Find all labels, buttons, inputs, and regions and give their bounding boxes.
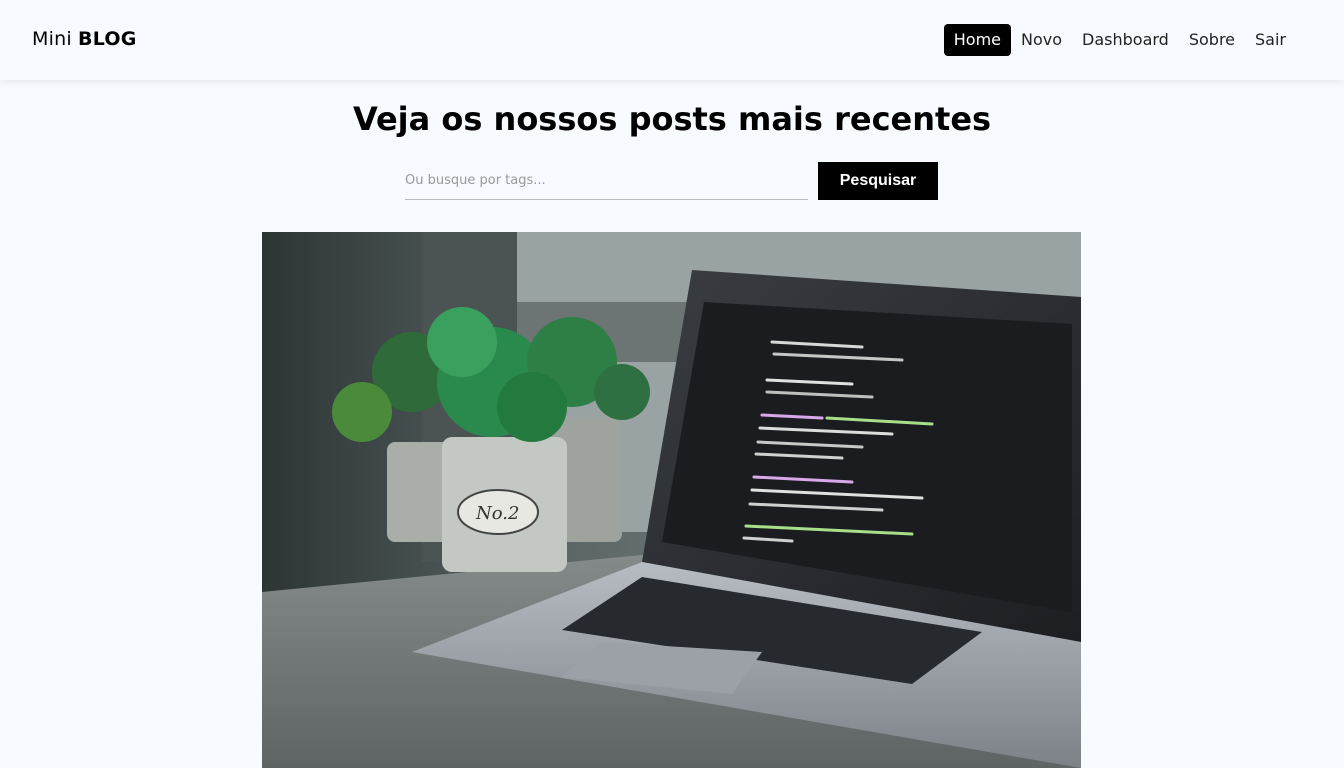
nav-home[interactable]: Home [943,24,1012,56]
search-input[interactable] [405,162,808,200]
search-form: Pesquisar [405,162,938,200]
brand-light: Mini [32,28,79,50]
svg-text:No.2: No.2 [475,503,519,524]
page-title: Veja os nossos posts mais recentes [352,100,992,138]
nav-dashboard[interactable]: Dashboard [1072,24,1179,56]
brand-bold: BLOG [78,28,137,50]
navbar: Mini BLOG Home Novo Dashboard Sobre Sair [0,0,1344,80]
search-button[interactable]: Pesquisar [818,162,938,200]
post-photo: No.2 [262,232,1081,768]
nav-sair[interactable]: Sair [1245,24,1296,56]
brand-logo[interactable]: Mini BLOG [32,28,137,50]
nav-sobre[interactable]: Sobre [1179,24,1245,56]
main-nav: Home Novo Dashboard Sobre Sair [943,24,1296,56]
post-image[interactable]: No.2 [262,232,1081,768]
nav-novo[interactable]: Novo [1011,24,1072,56]
